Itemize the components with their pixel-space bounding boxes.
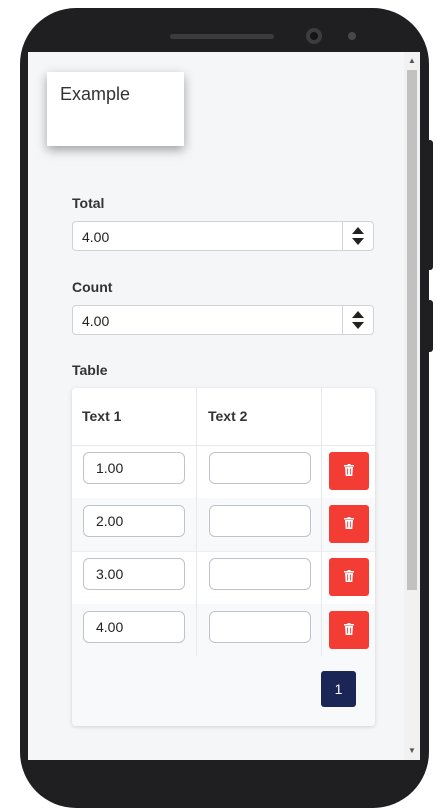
delete-row-button[interactable] (329, 611, 369, 649)
table-row: 3.00 (72, 551, 375, 605)
text-1-input[interactable]: 3.00 (83, 558, 185, 590)
text-2-input[interactable] (209, 611, 311, 643)
delete-row-button[interactable] (329, 452, 369, 490)
scroll-down-icon[interactable]: ▼ (404, 744, 420, 758)
trash-icon (344, 623, 354, 635)
column-header-text-1: Text 1 (82, 408, 122, 424)
text-1-value: 2.00 (96, 513, 124, 529)
count-input[interactable]: 4.00 (72, 305, 374, 335)
example-card-title: Example (60, 84, 131, 104)
scrollbar[interactable]: ▲ ▼ (404, 52, 420, 760)
table-row: 4.00 (72, 604, 375, 658)
caret-down-icon[interactable] (352, 322, 364, 329)
delete-row-button[interactable] (329, 505, 369, 543)
text-1-input[interactable]: 4.00 (83, 611, 185, 643)
phone-volume-button (425, 140, 433, 270)
table-row: 1.00 (72, 445, 375, 499)
text-2-input[interactable] (209, 505, 311, 537)
table-header: Text 1 Text 2 (72, 388, 375, 446)
table-label: Table (72, 362, 108, 378)
delete-row-button[interactable] (329, 558, 369, 596)
sensor-icon (348, 32, 356, 40)
scroll-thumb[interactable] (407, 70, 417, 590)
total-spinner[interactable] (342, 222, 373, 250)
column-header-text-2: Text 2 (208, 408, 248, 424)
trash-icon (344, 570, 354, 582)
text-1-input[interactable]: 2.00 (83, 505, 185, 537)
total-value: 4.00 (82, 229, 110, 245)
caret-up-icon[interactable] (352, 227, 364, 234)
total-label: Total (72, 195, 105, 211)
page-button[interactable]: 1 (321, 671, 356, 707)
example-card: Example (47, 72, 184, 146)
text-2-input[interactable] (209, 452, 311, 484)
phone-power-button (425, 300, 433, 352)
data-table: Text 1 Text 2 1.00 2.00 3.00 4.00 1 (72, 388, 375, 726)
text-2-input[interactable] (209, 558, 311, 590)
text-1-value: 4.00 (96, 619, 124, 635)
caret-up-icon[interactable] (352, 311, 364, 318)
phone-speaker (170, 34, 274, 39)
count-value: 4.00 (82, 313, 110, 329)
text-1-value: 3.00 (96, 566, 124, 582)
text-1-value: 1.00 (96, 460, 124, 476)
column-divider (321, 388, 322, 656)
total-input[interactable]: 4.00 (72, 221, 374, 251)
trash-icon (344, 464, 354, 476)
column-divider (196, 388, 197, 656)
caret-down-icon[interactable] (352, 238, 364, 245)
count-spinner[interactable] (342, 306, 373, 334)
count-label: Count (72, 279, 113, 295)
scroll-up-icon[interactable]: ▲ (404, 54, 420, 68)
text-1-input[interactable]: 1.00 (83, 452, 185, 484)
camera-icon (306, 28, 322, 44)
trash-icon (344, 517, 354, 529)
table-footer: 1 (72, 656, 375, 726)
table-row: 2.00 (72, 498, 375, 552)
